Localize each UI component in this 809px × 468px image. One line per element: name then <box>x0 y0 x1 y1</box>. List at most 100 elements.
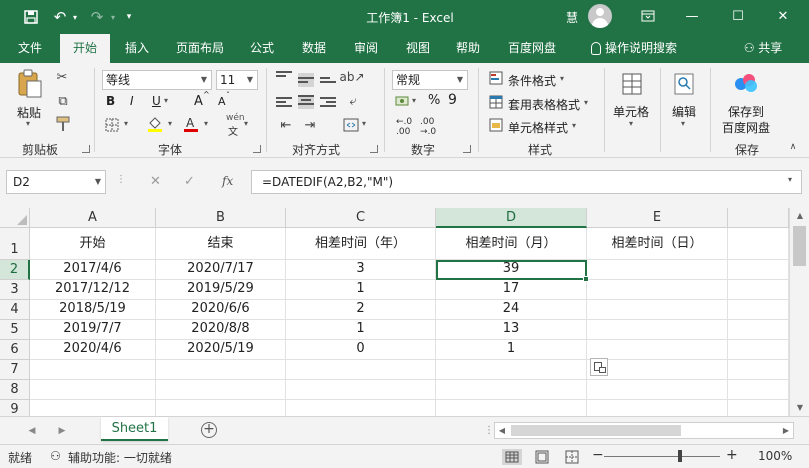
decrease-decimal-icon[interactable]: .00 →.0 <box>420 117 436 137</box>
cell-a1[interactable]: 开始 <box>30 228 156 260</box>
row-header-8[interactable]: 8 <box>0 380 30 400</box>
close-button[interactable]: ✕ <box>763 4 803 28</box>
cell-c7[interactable] <box>286 360 436 380</box>
cell-d3[interactable]: 17 <box>436 280 587 300</box>
paste-dropdown-icon[interactable]: ▾ <box>26 119 30 128</box>
cell-a5[interactable]: 2019/7/7 <box>30 320 156 340</box>
cell-c8[interactable] <box>286 380 436 400</box>
formula-input[interactable]: =DATEDIF(A2,B2,"M") <box>251 170 802 194</box>
cell-a8[interactable] <box>30 380 156 400</box>
alignment-launcher-icon[interactable] <box>370 145 378 153</box>
minimize-button[interactable]: — <box>672 4 712 28</box>
cells-dropdown-icon[interactable]: ▾ <box>629 119 633 128</box>
find-icon[interactable] <box>672 71 696 97</box>
conditional-formatting-icon[interactable] <box>488 71 504 85</box>
avatar[interactable] <box>588 4 612 28</box>
clipboard-launcher-icon[interactable] <box>82 145 90 153</box>
prev-sheet-icon[interactable]: ◀ <box>24 423 40 439</box>
merge-dropdown-icon[interactable]: ▾ <box>362 119 366 128</box>
tab-view[interactable]: 视图 <box>398 34 438 63</box>
cell-f3[interactable] <box>728 280 789 300</box>
next-sheet-icon[interactable]: ▶ <box>54 423 70 439</box>
name-box[interactable]: D2 ▼ <box>6 170 106 194</box>
column-header-e[interactable]: E <box>587 208 728 228</box>
cell-e6[interactable] <box>587 340 728 360</box>
cell-b6[interactable]: 2020/5/19 <box>156 340 286 360</box>
share-button[interactable]: ⚇ 共享 <box>736 34 790 63</box>
cell-styles-button[interactable]: 单元格样式 <box>508 119 568 136</box>
cell-f2[interactable] <box>728 260 789 280</box>
horizontal-scroll-thumb[interactable] <box>511 425 681 436</box>
cell-d4[interactable]: 24 <box>436 300 587 320</box>
format-painter-icon[interactable] <box>54 115 72 133</box>
comma-style-button[interactable]: 9 <box>448 92 457 108</box>
align-top-icon[interactable] <box>276 71 292 85</box>
baidu-netdisk-icon[interactable] <box>732 71 760 95</box>
cell-a9[interactable] <box>30 400 156 416</box>
cell-a3[interactable]: 2017/12/12 <box>30 280 156 300</box>
save-to-label-2[interactable]: 百度网盘 <box>722 119 770 136</box>
zoom-slider-thumb[interactable] <box>678 450 682 462</box>
scroll-up-icon[interactable]: ▲ <box>790 208 809 224</box>
normal-view-icon[interactable] <box>502 449 522 465</box>
accessibility-status[interactable]: 辅助功能: 一切就绪 <box>68 449 172 466</box>
cell-b8[interactable] <box>156 380 286 400</box>
conditional-formatting-button[interactable]: 条件格式 <box>508 72 556 89</box>
sheet-tab-sheet1[interactable]: Sheet1 <box>101 417 168 441</box>
align-right-icon[interactable] <box>320 97 336 111</box>
cell-a4[interactable]: 2018/5/19 <box>30 300 156 320</box>
tab-review[interactable]: 审阅 <box>346 34 386 63</box>
cell-c5[interactable]: 1 <box>286 320 436 340</box>
scroll-left-icon[interactable]: ◀ <box>495 423 509 438</box>
cell-c1[interactable]: 相差时间（年） <box>286 228 436 260</box>
cell-b5[interactable]: 2020/8/8 <box>156 320 286 340</box>
cell-e5[interactable] <box>587 320 728 340</box>
format-as-table-icon[interactable] <box>488 95 504 109</box>
align-middle-icon[interactable] <box>298 73 314 87</box>
table-dropdown-icon[interactable]: ▾ <box>584 98 588 107</box>
accounting-dropdown-icon[interactable]: ▾ <box>412 96 416 105</box>
cell-b1[interactable]: 结束 <box>156 228 286 260</box>
cell-f9[interactable] <box>728 400 789 416</box>
cell-a2[interactable]: 2017/4/6 <box>30 260 156 280</box>
tab-page-layout[interactable]: 页面布局 <box>170 34 230 63</box>
cell-e7[interactable] <box>587 360 728 380</box>
borders-dropdown-icon[interactable]: ▾ <box>124 119 128 128</box>
zoom-out-button[interactable]: − <box>592 447 604 463</box>
merge-center-icon[interactable] <box>342 117 360 133</box>
split-handle-icon[interactable]: ⋮ <box>484 425 494 436</box>
tab-file[interactable]: 文件 <box>6 34 54 63</box>
format-as-table-button[interactable]: 套用表格格式 <box>508 96 580 113</box>
row-header-7[interactable]: 7 <box>0 360 30 380</box>
page-layout-view-icon[interactable] <box>532 449 552 465</box>
cell-b7[interactable] <box>156 360 286 380</box>
bold-button[interactable]: B <box>106 94 115 108</box>
ribbon-display-options-icon[interactable] <box>628 4 668 28</box>
fill-color-icon[interactable] <box>146 115 164 133</box>
decrease-indent-icon[interactable]: ⇤ <box>276 117 296 133</box>
collapse-ribbon-icon[interactable]: ∧ <box>786 141 800 153</box>
tab-formulas[interactable]: 公式 <box>242 34 282 63</box>
zoom-in-button[interactable]: + <box>726 447 738 463</box>
zoom-slider[interactable] <box>604 456 720 457</box>
align-left-icon[interactable] <box>276 97 292 111</box>
cell-e1[interactable]: 相差时间（日） <box>587 228 728 260</box>
font-size-select[interactable]: 11 ▼ <box>216 70 258 90</box>
paste-icon[interactable] <box>16 69 44 99</box>
enter-icon[interactable]: ✓ <box>184 174 195 189</box>
cut-icon[interactable]: ✂ <box>54 69 70 85</box>
tab-home[interactable]: 开始 <box>60 34 110 63</box>
row-header-5[interactable]: 5 <box>0 320 30 340</box>
percent-style-button[interactable]: % <box>428 93 440 108</box>
tab-help[interactable]: 帮助 <box>448 34 488 63</box>
select-all-button[interactable] <box>0 208 30 228</box>
zoom-level[interactable]: 100% <box>758 449 792 463</box>
column-header-b[interactable]: B <box>156 208 286 228</box>
horizontal-scrollbar[interactable]: ◀ ▶ <box>494 422 794 439</box>
font-launcher-icon[interactable] <box>253 145 261 153</box>
cell-d5[interactable]: 13 <box>436 320 587 340</box>
align-center-icon[interactable] <box>298 95 314 109</box>
cancel-icon[interactable]: ✕ <box>150 174 161 189</box>
conditional-dropdown-icon[interactable]: ▾ <box>560 74 564 83</box>
fill-handle[interactable] <box>583 276 589 282</box>
